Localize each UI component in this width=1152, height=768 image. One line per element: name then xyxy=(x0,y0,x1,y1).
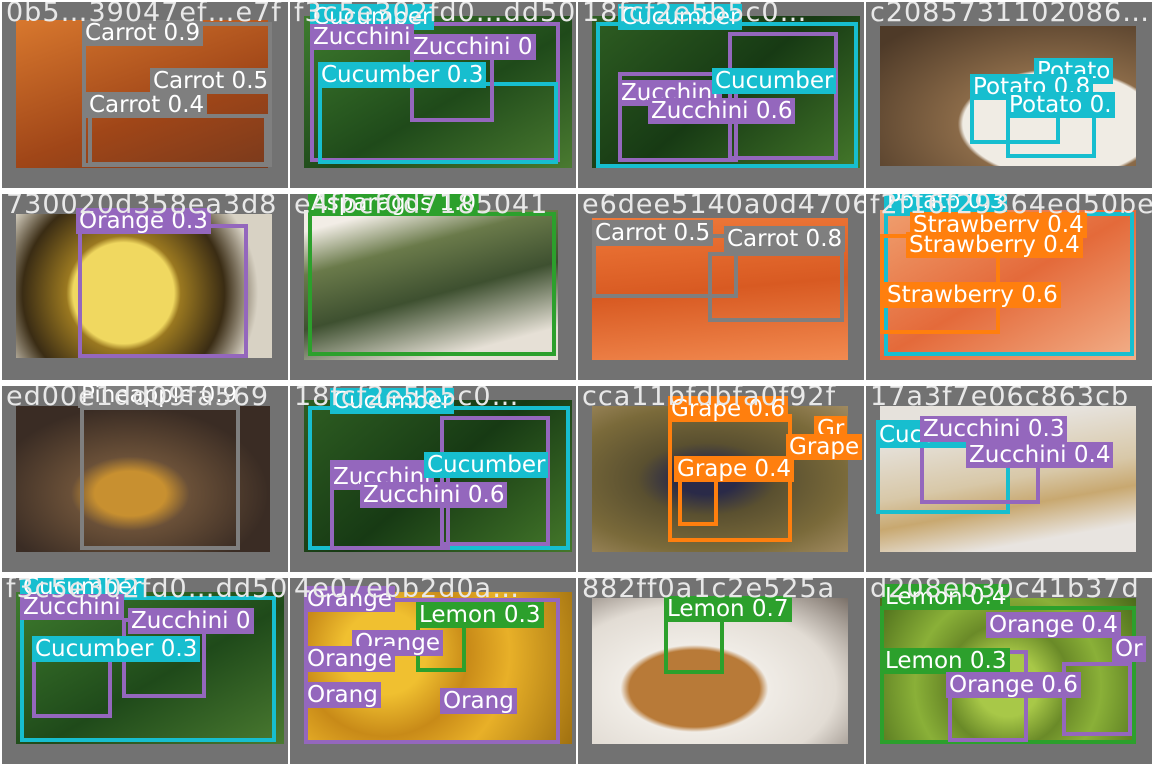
tile-2: Cucumber Zucchini Zucchini 0 Cucumber 0.… xyxy=(290,2,576,188)
detection-label: Cucumber xyxy=(424,452,549,478)
detection-label: Zucchini 0 xyxy=(410,34,536,60)
detection-label: Strawberry 0.4 xyxy=(906,232,1083,258)
detection-label: Or xyxy=(1112,636,1146,662)
detection-label: Orange 0.3 xyxy=(76,208,211,234)
detection-label: Orange 0.6 xyxy=(946,672,1081,698)
tile-11: Grape 0.6 Gr Grape Grape 0.4 cca11bfdbfa… xyxy=(578,386,864,572)
detection-label: Cucumber 0.3 xyxy=(32,636,201,662)
tile-15: Lemon 0.7 882ff0a1c2e525a xyxy=(578,578,864,764)
tile-5: Orange 0.3 730020d358ea3d8 xyxy=(2,194,288,380)
detection-label: Orang xyxy=(440,688,517,714)
image-filename: c2085731102086… xyxy=(870,2,1151,28)
tile-13: Cucumber Zucchini Zucchini 0 Cucumber 0.… xyxy=(2,578,288,764)
tile-10: Cucumber Zucchini Zucchini 0.6 Cucumber … xyxy=(290,386,576,572)
detection-box xyxy=(88,114,268,166)
detection-label: Pineapple 0.9 xyxy=(78,386,241,408)
detection-label: Cucumber xyxy=(712,68,837,94)
mosaic-grid: Carrot 0.9 Carrot 0.5 Carrot 0.4 0b5…390… xyxy=(0,0,1152,768)
detection-label: Zucchini 0.4 xyxy=(966,442,1114,468)
tile-1: Carrot 0.9 Carrot 0.5 Carrot 0.4 0b5…390… xyxy=(2,2,288,188)
detection-label: Grape 0.6 xyxy=(668,396,789,422)
detection-label: Zucchini xyxy=(310,24,414,50)
detection-label: Orange xyxy=(304,586,395,612)
detection-label: Carrot 0.4 xyxy=(86,92,208,118)
detection-box xyxy=(78,224,248,358)
detection-label: Zucchini 0.6 xyxy=(360,482,508,508)
detection-label: Cucumber xyxy=(330,388,455,414)
detection-box xyxy=(440,416,550,546)
detection-box xyxy=(708,252,844,322)
detection-label: Zucchini 0.3 xyxy=(920,416,1068,442)
tile-6: Asparagus 1.0 e4fbcf0d7185041 xyxy=(290,194,576,380)
detection-label: Carrot 0.5 xyxy=(592,220,714,246)
tile-9: Pineapple 0.9 ed00e1dd09fa569 xyxy=(2,386,288,572)
detection-label: Cucumber 0.3 xyxy=(318,62,487,88)
detection-label: Grape xyxy=(786,434,863,460)
detection-label: Lemon 0.4 xyxy=(882,584,1010,610)
detection-label: Strawberry 0.6 xyxy=(884,282,1061,308)
tile-16: Lemon 0.4 Orange 0.4 Lemon 0.3 Orange 0.… xyxy=(866,578,1152,764)
detection-label: Asparagus 1.0 xyxy=(308,194,480,216)
tile-14: Orange Lemon 0.3 Orange Orange Orang Ora… xyxy=(290,578,576,764)
detection-label: Orange 0.4 xyxy=(986,612,1121,638)
tile-7: Carrot 0.5 Carrot 0.8 e6dee5140a0d4706 xyxy=(578,194,864,380)
detection-box xyxy=(728,32,838,160)
detection-label: Lemon 0.3 xyxy=(416,602,544,628)
detection-label: Grape 0.4 xyxy=(674,456,795,482)
detection-label: Carrot 0.9 xyxy=(82,20,204,46)
detection-box xyxy=(80,406,240,550)
detection-label: Carrot 0.8 xyxy=(724,226,846,252)
tile-3: Cucumber Zucchini Zucchini 0.6 Cucumber … xyxy=(578,2,864,188)
detection-label: Potato 0.3 xyxy=(884,194,1008,214)
tile-8: Potato 0.3 Strawberry 0.4 Strawberry 0.4… xyxy=(866,194,1152,380)
detection-label: Cucumber xyxy=(618,4,743,30)
detection-label: Lemon 0.3 xyxy=(882,648,1010,674)
detection-label: Zucchini 0.6 xyxy=(648,98,796,124)
detection-label: Zucchini 0 xyxy=(128,608,254,634)
detection-box xyxy=(664,618,724,674)
detection-box xyxy=(308,212,556,356)
image-filename: e6dee5140a0d4706 xyxy=(582,194,864,220)
tile-12: Cucumber Zucchini 0.3 Zucchini 0.4 17a3f… xyxy=(866,386,1152,572)
detection-label: Orange xyxy=(304,646,395,672)
detection-label: Potato 0. xyxy=(1006,92,1115,118)
detection-label: Orang xyxy=(304,682,381,708)
detection-label: Zucchini xyxy=(20,594,124,620)
detection-label: Lemon 0.7 xyxy=(664,596,792,622)
tile-4: Potato Potato 0.8 Potato 0. c20857311020… xyxy=(866,2,1152,188)
detection-label: Carrot 0.5 xyxy=(150,68,272,94)
